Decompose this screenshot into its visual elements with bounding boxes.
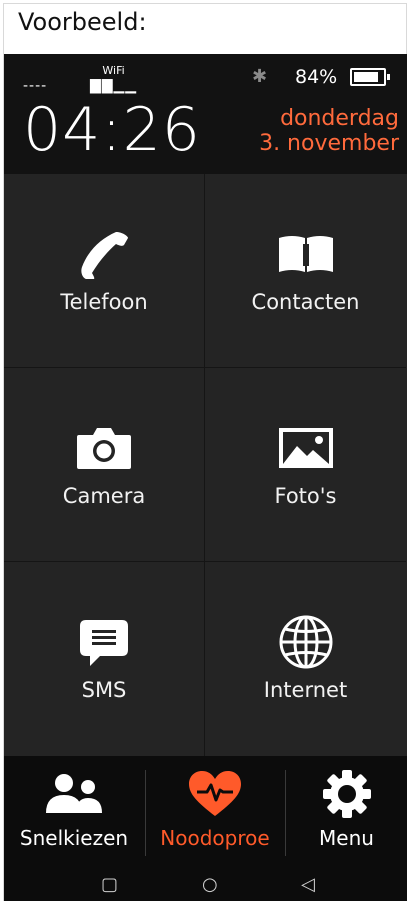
battery-fill <box>354 72 378 82</box>
back-icon[interactable]: ◁ <box>301 874 315 895</box>
home-icon[interactable]: ○ <box>202 874 218 895</box>
photos-icon <box>277 424 335 472</box>
emergency-label: Noodoproe <box>160 826 270 850</box>
tile-label: Camera <box>62 484 146 508</box>
system-nav-bar: ▢ ○ ◁ <box>4 868 407 901</box>
tile-sms[interactable]: SMS <box>4 562 205 756</box>
tile-camera[interactable]: Camera <box>4 368 205 562</box>
tile-internet[interactable]: Internet <box>205 562 406 756</box>
wifi-bars-icon: ▇▇▁▁ <box>90 78 138 94</box>
menu-button[interactable]: Menu <box>286 756 407 868</box>
emergency-button[interactable]: Noodoproe <box>146 756 284 868</box>
tile-contacten[interactable]: Contacten <box>205 174 406 368</box>
date-day-month: 3. november <box>259 131 399 157</box>
wifi-label: WiFi <box>102 64 125 77</box>
contacts-group-icon <box>44 768 104 820</box>
clock[interactable]: 04:26 <box>23 100 201 160</box>
camera-icon <box>75 424 133 472</box>
speed-dial-label: Snelkiezen <box>19 826 129 850</box>
wifi-indicator: WiFi ▇▇▁▁ <box>90 64 137 93</box>
date-display[interactable]: donderdag 3. november <box>259 106 399 157</box>
signal-indicator: ---- <box>23 78 48 94</box>
heart-pulse-icon <box>187 768 243 820</box>
date-weekday: donderdag <box>280 106 399 131</box>
message-icon <box>78 618 130 666</box>
status-bar: ---- WiFi ▇▇▁▁ ✱ 84% 04:26 donderdag 3. … <box>4 54 407 174</box>
phone-screen: ---- WiFi ▇▇▁▁ ✱ 84% 04:26 donderdag 3. … <box>4 54 407 901</box>
app-grid: Telefoon Contacten Camera Foto's SMS Int… <box>4 174 407 756</box>
tile-label: Foto's <box>274 484 337 508</box>
tile-telefoon[interactable]: Telefoon <box>4 174 205 368</box>
recent-apps-icon[interactable]: ▢ <box>101 874 118 895</box>
tile-label: Contacten <box>251 290 360 314</box>
caption: Voorbeeld: <box>18 8 147 36</box>
battery-icon <box>350 68 390 86</box>
battery-percentage: 84% <box>295 66 338 88</box>
battery-nub <box>387 74 390 80</box>
phone-icon <box>76 230 132 279</box>
gear-icon <box>322 768 372 820</box>
tile-label: Telefoon <box>60 290 148 314</box>
globe-icon <box>278 615 334 669</box>
book-icon <box>277 230 335 278</box>
tile-label: Internet <box>263 678 348 702</box>
bottom-nav: Snelkiezen Noodoproe Menu ▢ ○ ◁ <box>4 756 407 901</box>
tile-label: SMS <box>81 678 127 702</box>
bluetooth-icon: ✱ <box>252 66 268 87</box>
tile-fotos[interactable]: Foto's <box>205 368 406 562</box>
speed-dial-button[interactable]: Snelkiezen <box>4 756 144 868</box>
menu-label: Menu <box>319 826 374 850</box>
